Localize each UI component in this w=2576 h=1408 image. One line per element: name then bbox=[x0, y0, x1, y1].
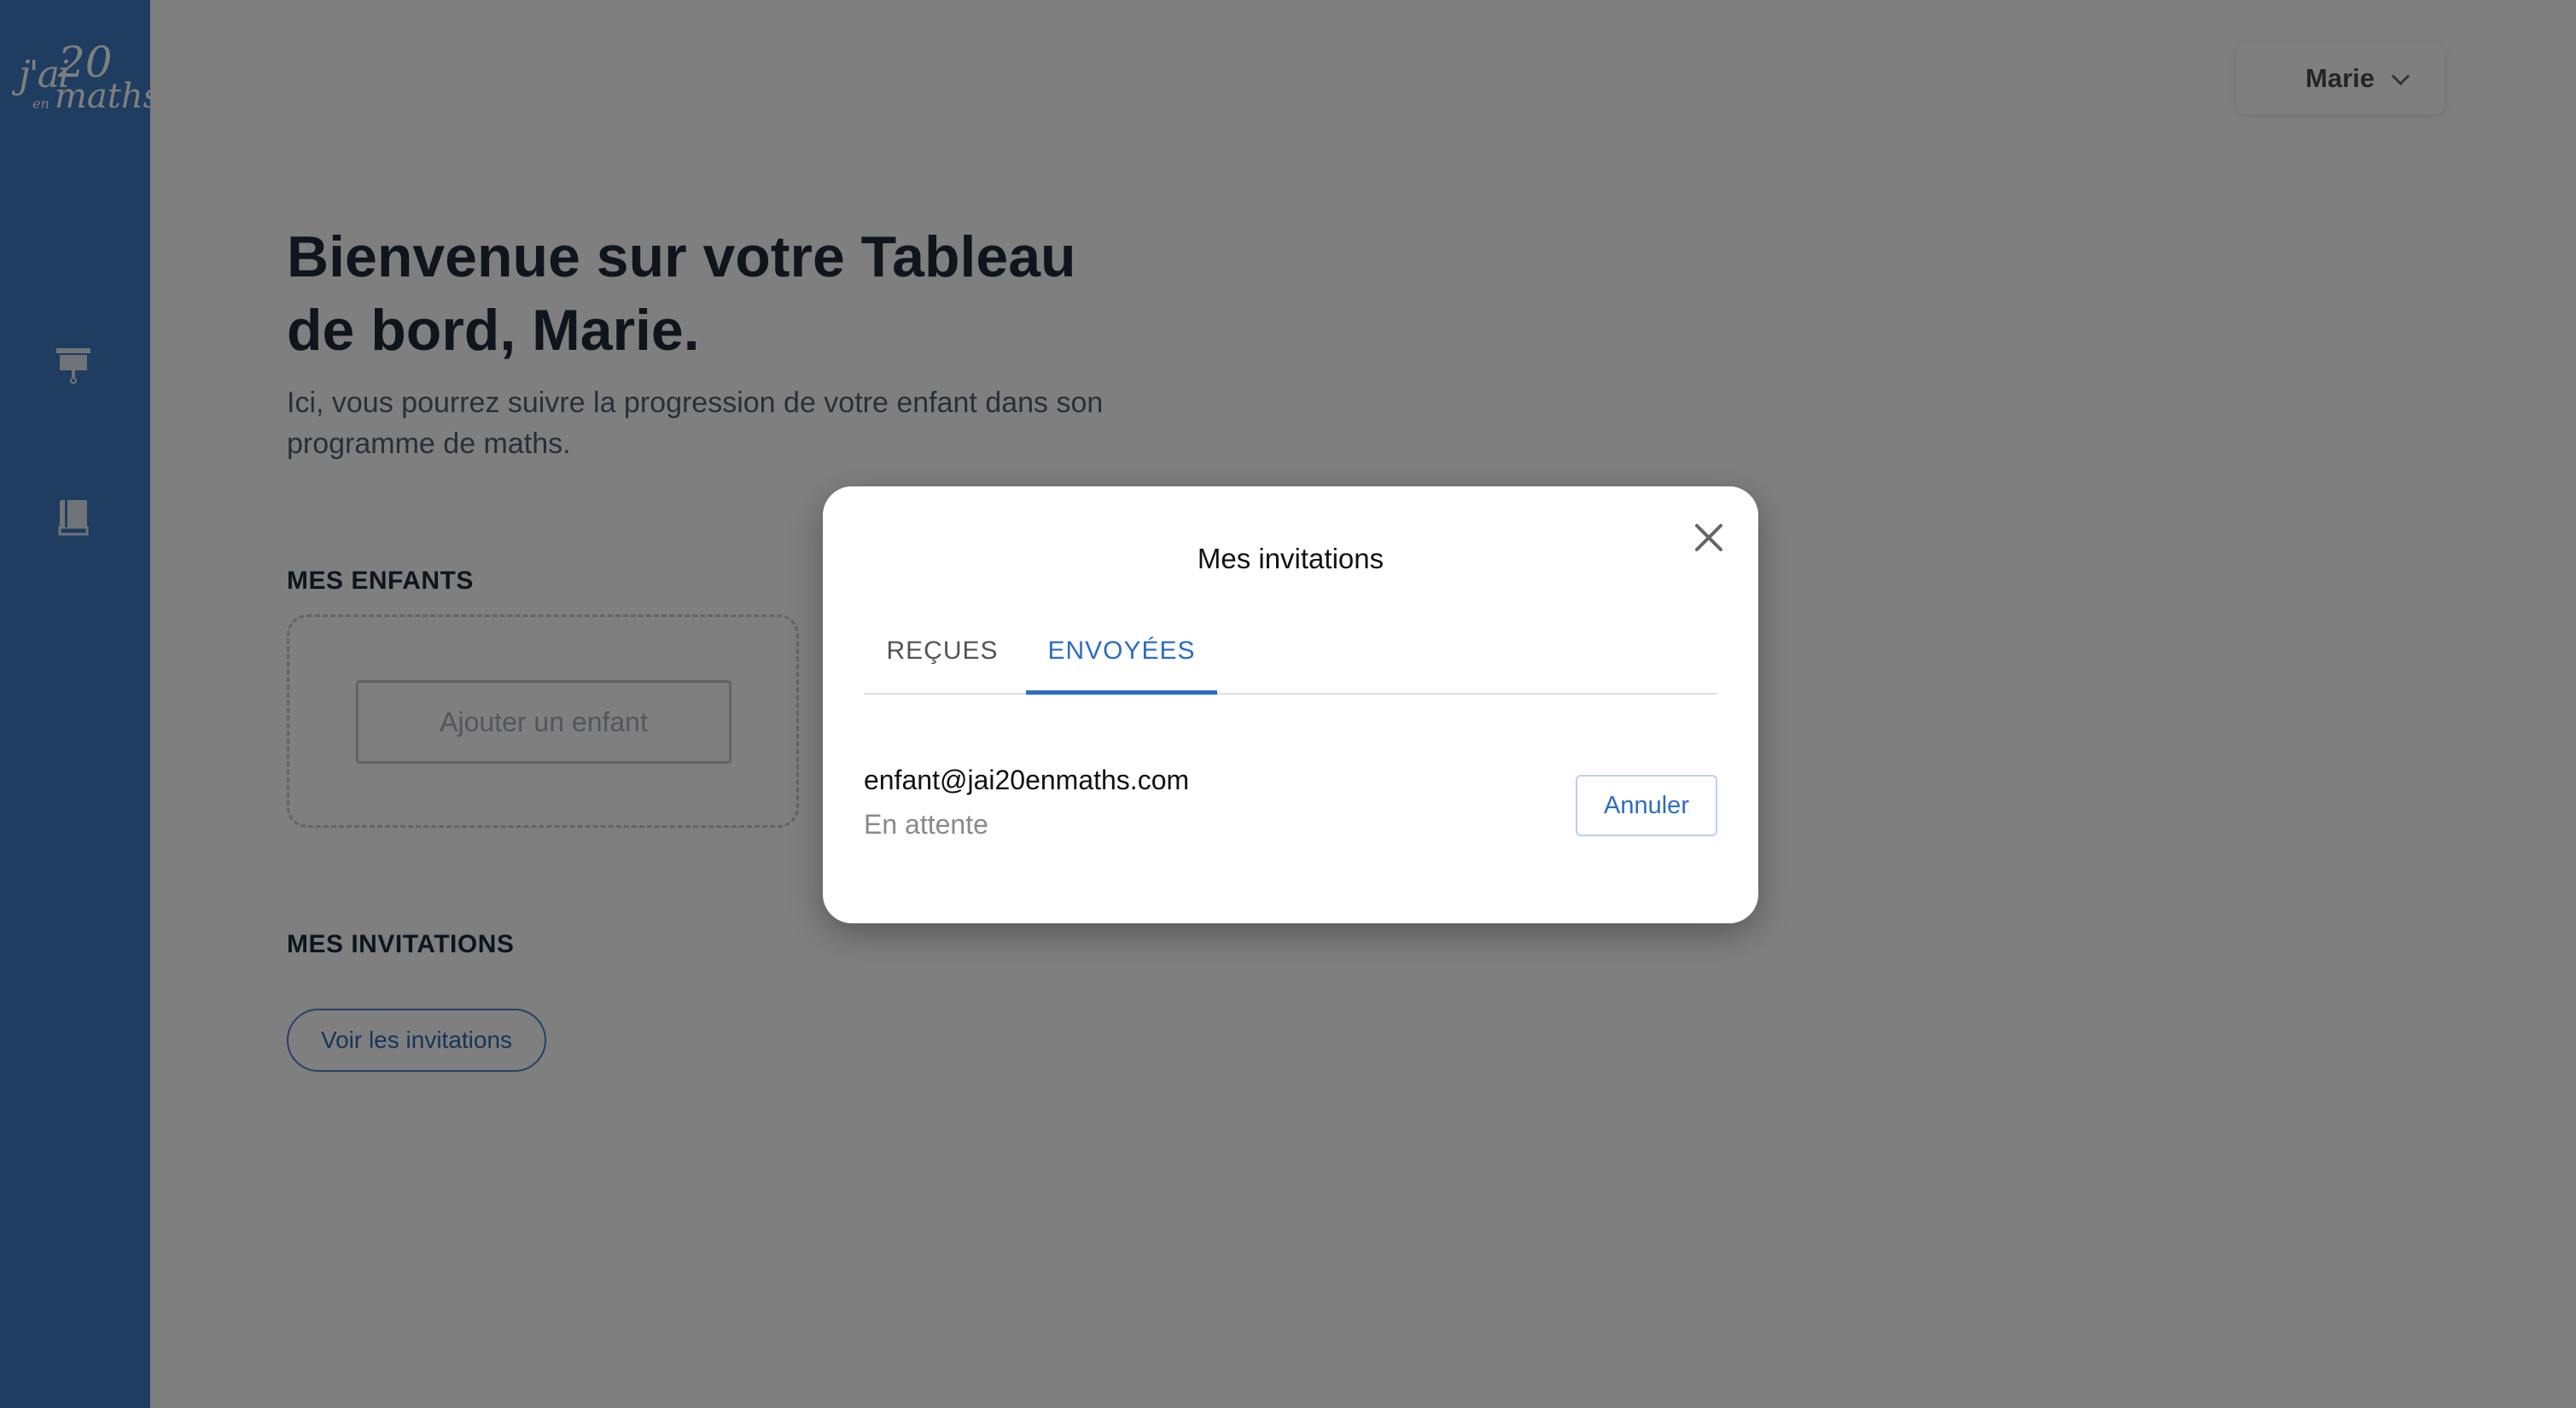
tab-received[interactable]: REÇUES bbox=[864, 633, 1021, 693]
modal-title: Mes invitations bbox=[1197, 543, 1384, 574]
invitation-status: En attente bbox=[864, 809, 988, 840]
tab-sent[interactable]: ENVOYÉES bbox=[1026, 633, 1217, 695]
cancel-invitation-button[interactable]: Annuler bbox=[1576, 775, 1717, 836]
invitation-tabs: REÇUES ENVOYÉES bbox=[864, 633, 1717, 695]
invitation-email: enfant@jai20enmaths.com bbox=[864, 765, 1190, 795]
invitations-modal: Mes invitations REÇUES ENVOYÉES enfant@j… bbox=[823, 486, 1758, 923]
close-icon[interactable] bbox=[1690, 519, 1728, 556]
app-root: j'ai 20 en maths Marie Bienvenue sur vot… bbox=[0, 0, 2576, 1408]
